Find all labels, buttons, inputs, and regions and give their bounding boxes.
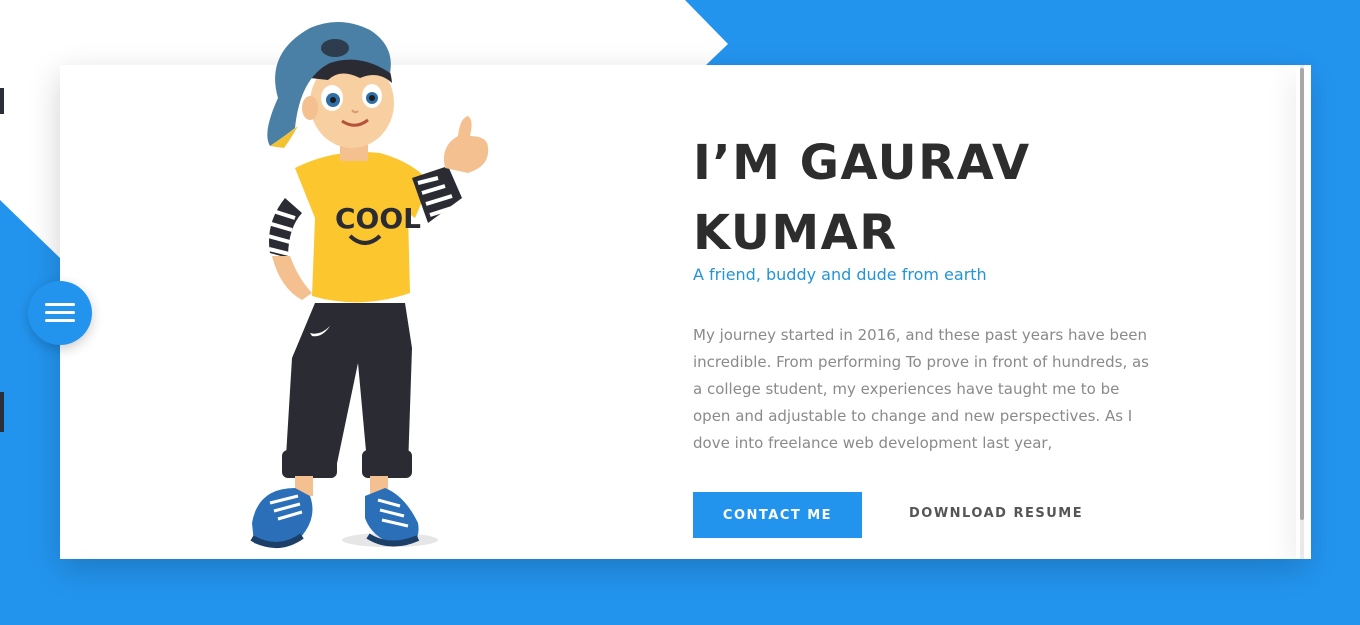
bio-line: dove into freelance web development last… — [693, 434, 1053, 452]
hero-name-line2: KUMAR — [693, 205, 898, 261]
bio-line: open and adjustable to change and new pe… — [693, 407, 1133, 425]
bio-line: incredible. From performing To prove in … — [693, 353, 1149, 371]
shirt-text: COOL — [335, 202, 421, 235]
contact-me-button[interactable]: CONTACT ME — [693, 492, 862, 538]
hero-name-line1: I’M GAURAV — [693, 135, 1031, 191]
hero-name: I’M GAURAV KUMAR — [693, 128, 1213, 268]
hero-subtitle: A friend, buddy and dude from earth — [693, 265, 987, 284]
download-resume-link[interactable]: DOWNLOAD RESUME — [909, 506, 1083, 521]
bio-line: a college student, my experiences have t… — [693, 380, 1120, 398]
hero-bio: My journey started in 2016, and these pa… — [693, 322, 1193, 457]
left-edge-marker — [0, 88, 4, 114]
bio-line: My journey started in 2016, and these pa… — [693, 326, 1148, 344]
hero-illustration: COOL — [250, 21, 489, 548]
scrollbar-thumb[interactable] — [1300, 68, 1304, 520]
left-edge-marker — [0, 392, 4, 432]
hamburger-menu-icon — [45, 303, 75, 323]
menu-button[interactable] — [28, 281, 92, 345]
